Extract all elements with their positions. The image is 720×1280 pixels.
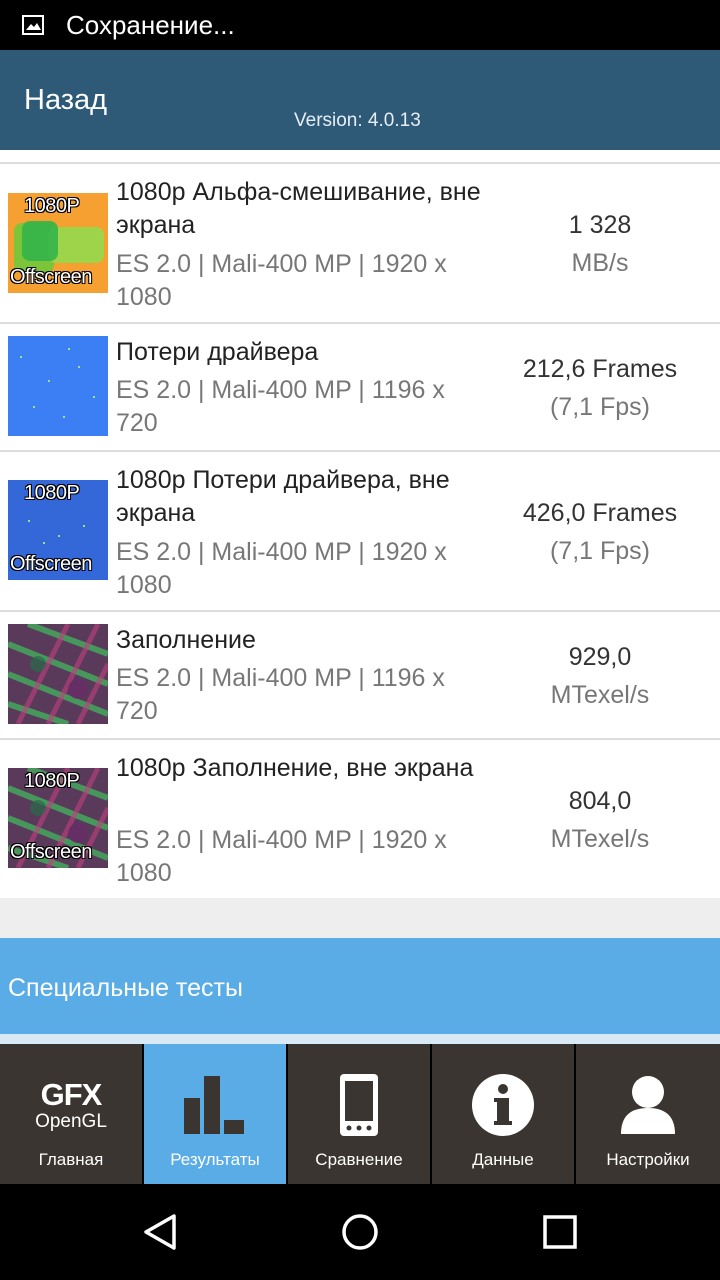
logo-subtext: OpenGL [35, 1111, 107, 1132]
divider [0, 1034, 720, 1044]
test-title: Потери драйвера [116, 338, 319, 366]
test-title: 1080p Потери драйвера, вне экрана [116, 466, 450, 527]
bar-chart-icon [144, 1072, 286, 1138]
score-unit: (7,1 Fps) [549, 393, 651, 421]
status-text: Сохранение... [66, 9, 235, 40]
test-title: 1080p Заполнение, вне экрана [116, 754, 474, 782]
result-row[interactable]: Заполнение ES 2.0 | Mali-400 MP | 1196 x… [0, 612, 720, 740]
test-title: Заполнение [116, 626, 256, 654]
test-thumbnail [8, 336, 108, 436]
tab-data[interactable]: Данные [432, 1044, 574, 1184]
result-row[interactable]: 1080P Offscreen 1080p Потери драйвера, в… [0, 452, 720, 612]
system-nav-bar [0, 1184, 720, 1280]
tab-label: Результаты [170, 1150, 260, 1169]
score-unit: MTexel/s [550, 825, 650, 853]
recents-nav-icon[interactable] [542, 1212, 578, 1257]
test-thumbnail: 1080P Offscreen [8, 768, 108, 868]
result-row[interactable]: 1080P Offscreen 1080p Альфа-смешивание, … [0, 164, 720, 324]
special-tests-section[interactable]: Специальные тесты [0, 938, 720, 1034]
test-subtitle: ES 2.0 | Mali-400 MP | 1920 x 1080 [116, 538, 447, 599]
section-label: Специальные тесты [8, 974, 243, 1002]
test-subtitle: ES 2.0 | Mali-400 MP | 1920 x 1080 [116, 250, 447, 311]
back-nav-icon[interactable] [140, 1212, 180, 1257]
test-thumbnail: 1080P Offscreen [8, 480, 108, 580]
image-notification-icon [22, 15, 44, 35]
test-score: 804,0 MTexel/s [490, 782, 710, 858]
test-subtitle: ES 2.0 | Mali-400 MP | 1196 x 720 [116, 664, 445, 725]
test-subtitle: ES 2.0 | Mali-400 MP | 1920 x 1080 [116, 826, 447, 887]
tab-label: Сравнение [315, 1150, 403, 1169]
status-bar: Сохранение... [0, 0, 720, 50]
score-value: 1 328 [568, 211, 632, 239]
logo-text: GFX [40, 1077, 103, 1112]
thumb-tag: Offscreen [10, 841, 92, 863]
gfx-logo-icon: GFX OpenGL [0, 1072, 142, 1138]
version-label: Version: 4.0.13 [294, 110, 421, 131]
score-value: 929,0 [568, 643, 632, 671]
results-list: 1080P Offscreen 1080p Альфа-смешивание, … [0, 150, 720, 898]
test-score: 929,0 MTexel/s [490, 638, 710, 714]
info-icon [432, 1072, 574, 1138]
tab-label: Данные [472, 1150, 534, 1169]
score-value: 804,0 [568, 787, 632, 815]
test-score: 212,6 Frames (7,1 Fps) [490, 350, 710, 426]
home-nav-icon[interactable] [340, 1212, 380, 1257]
thumb-tag: Offscreen [10, 553, 92, 575]
user-icon [576, 1072, 720, 1138]
result-row[interactable]: Потери драйвера ES 2.0 | Mali-400 MP | 1… [0, 324, 720, 452]
score-value: 426,0 Frames [522, 499, 678, 527]
tab-main[interactable]: GFX OpenGL Главная [0, 1044, 142, 1184]
test-thumbnail: 1080P Offscreen [8, 193, 108, 293]
tab-settings[interactable]: Настройки [576, 1044, 720, 1184]
tab-label: Главная [38, 1150, 104, 1169]
tab-label: Настройки [606, 1150, 690, 1169]
back-button[interactable]: Назад [24, 84, 107, 117]
tab-compare[interactable]: Сравнение [288, 1044, 430, 1184]
test-title: 1080p Альфа-смешивание, вне экрана [116, 178, 481, 239]
thumb-tag: Offscreen [10, 266, 92, 288]
result-row[interactable]: 1080P Offscreen 1080p Заполнение, вне эк… [0, 740, 720, 898]
tab-results[interactable]: Результаты [144, 1044, 286, 1184]
phone-icon [288, 1072, 430, 1138]
test-subtitle: ES 2.0 | Mali-400 MP | 1196 x 720 [116, 376, 445, 437]
app-header: Назад Version: 4.0.13 [0, 50, 720, 150]
test-thumbnail [8, 624, 108, 724]
score-unit: (7,1 Fps) [549, 537, 651, 565]
list-footer-spacer [0, 898, 720, 938]
score-value: 212,6 Frames [522, 355, 678, 383]
test-score: 1 328 MB/s [490, 206, 710, 282]
thumb-tag: 1080P [24, 482, 80, 504]
thumb-tag: 1080P [24, 195, 80, 217]
bottom-tab-bar: GFX OpenGL Главная Результаты Сравнение … [0, 1044, 720, 1184]
score-unit: MB/s [571, 249, 629, 277]
test-score: 426,0 Frames (7,1 Fps) [490, 494, 710, 570]
thumb-tag: 1080P [24, 770, 80, 792]
score-unit: MTexel/s [550, 681, 650, 709]
